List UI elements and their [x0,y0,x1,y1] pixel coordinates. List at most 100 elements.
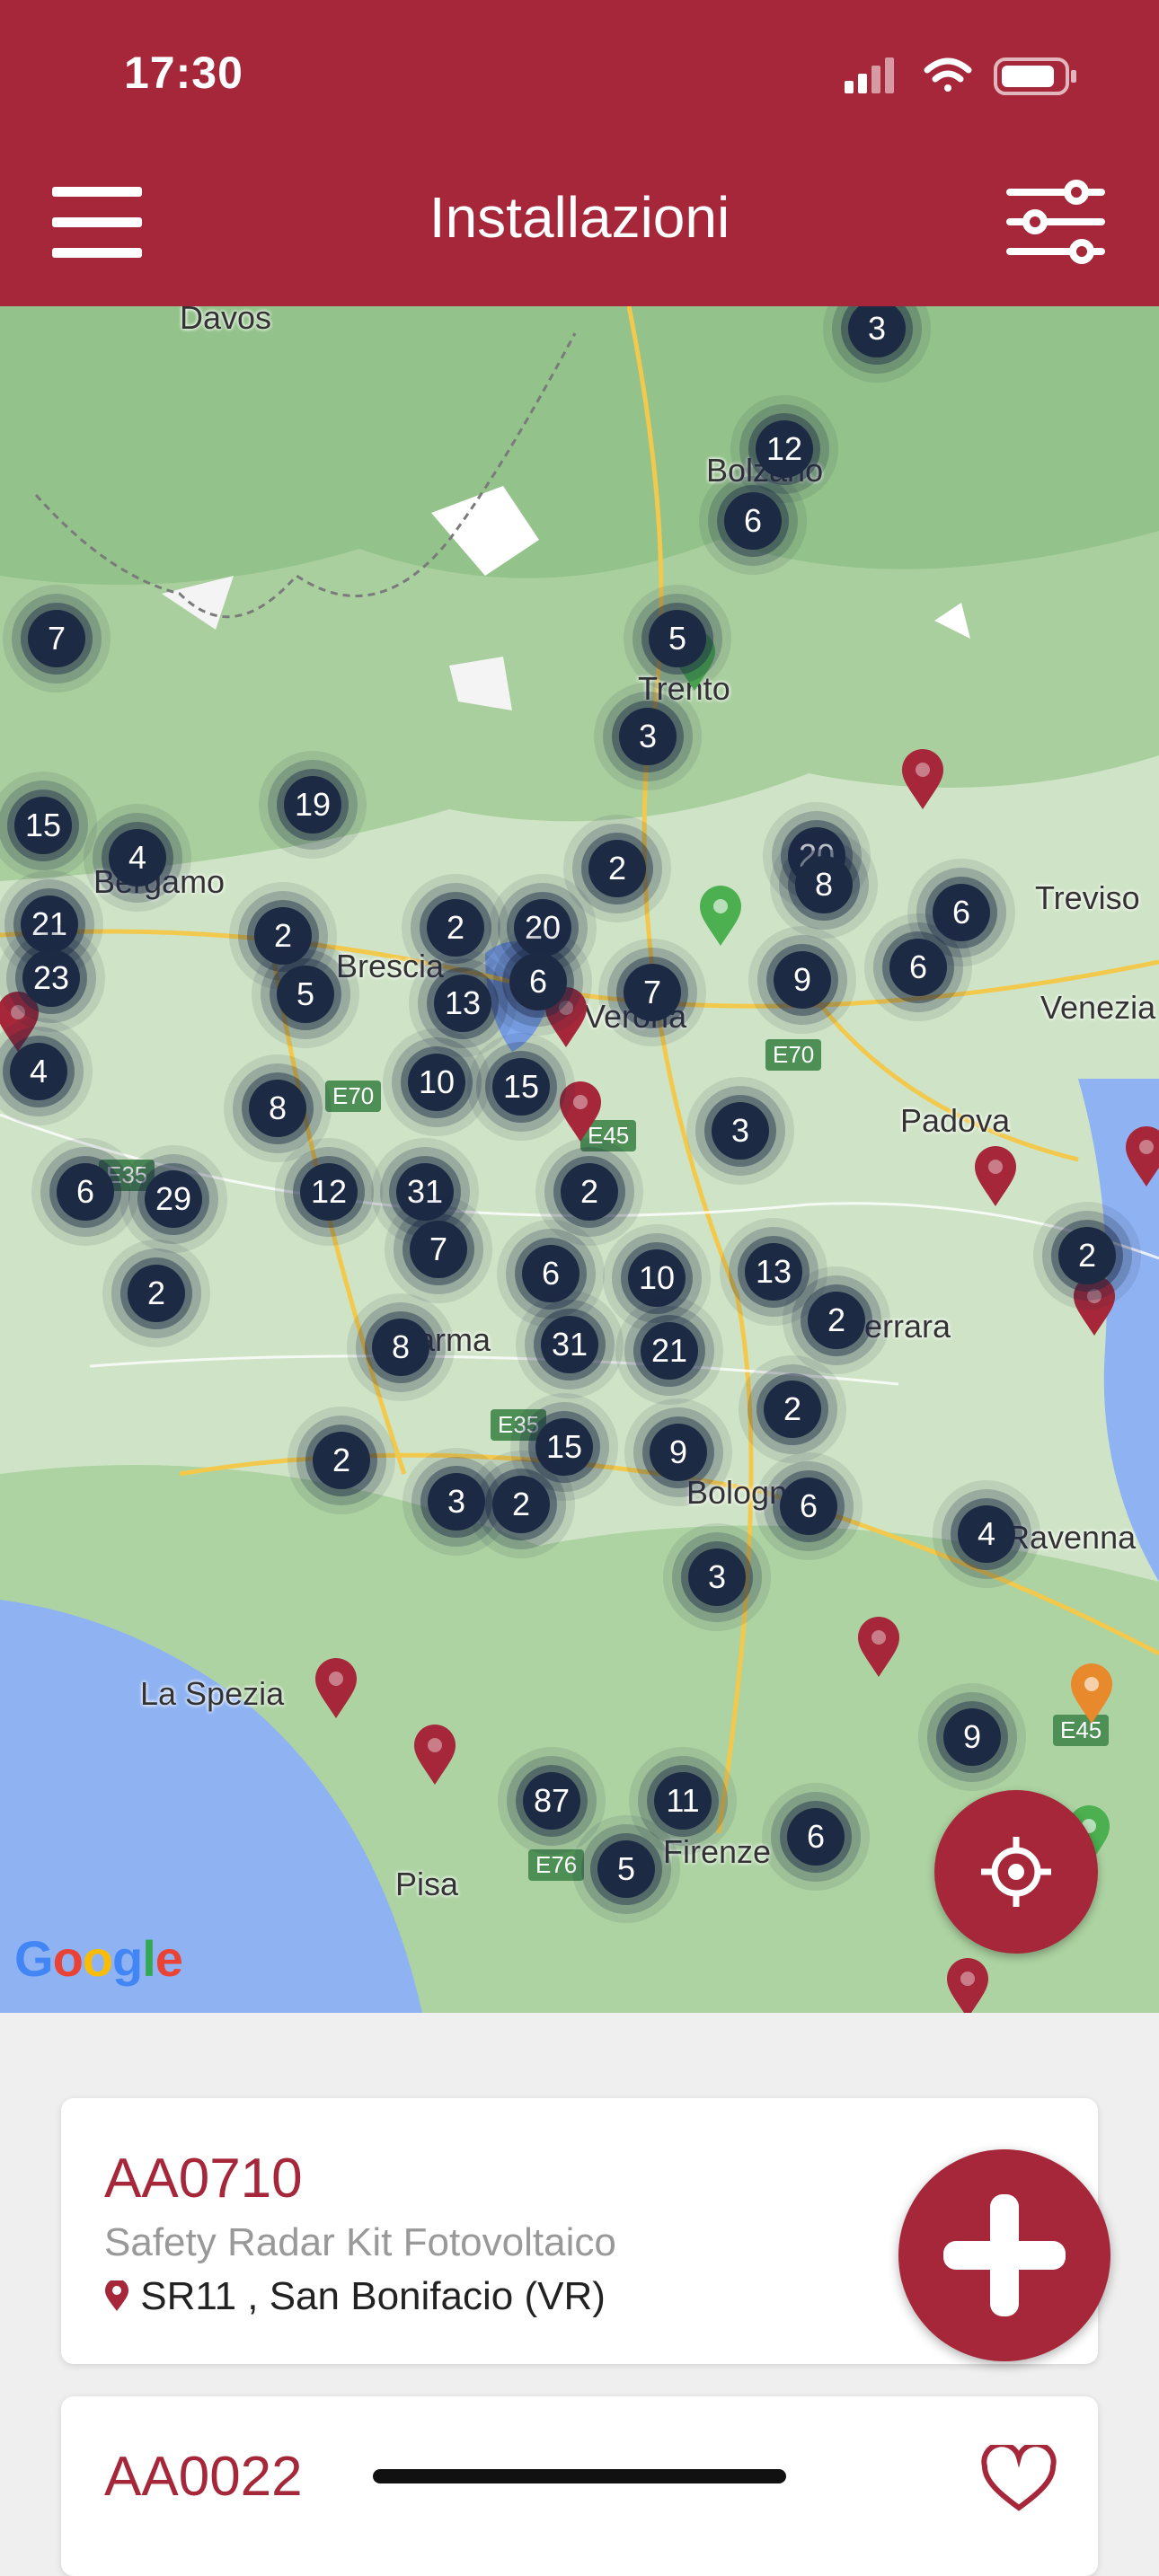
map-pin-red[interactable] [412,1724,457,1786]
map-cluster[interactable]: 6 [522,1245,580,1302]
map-cluster[interactable]: 6 [57,1163,114,1221]
map-cluster[interactable]: 21 [641,1322,698,1380]
map-cluster[interactable]: 9 [943,1708,1001,1766]
map-cluster[interactable]: 5 [277,966,334,1023]
map-pin-red[interactable] [558,1081,603,1143]
map-cluster[interactable]: 15 [492,1058,550,1116]
page-title: Installazioni [429,185,730,250]
map-cluster[interactable]: 10 [408,1054,465,1111]
place-label: La Spezia [140,1675,285,1712]
map-cluster[interactable]: 6 [780,1478,837,1535]
map-cluster[interactable]: 21 [21,895,78,953]
crosshair-icon [981,1837,1051,1907]
status-time: 17:30 [124,48,243,98]
map-cluster[interactable]: 8 [795,856,853,913]
map-cluster[interactable]: 2 [764,1381,821,1438]
google-attribution: Google [14,1930,183,1987]
place-label: Pisa [395,1866,459,1902]
map-cluster[interactable]: 13 [434,975,491,1032]
place-label: Brescia [336,948,445,984]
place-label: Treviso [1035,879,1140,916]
road-badge: E70 [325,1081,382,1112]
map-cluster[interactable]: 10 [628,1249,686,1307]
map-cluster[interactable]: 8 [372,1319,429,1376]
plus-icon [943,2194,1066,2316]
map-pin-green[interactable] [698,885,743,948]
map-cluster[interactable]: 6 [787,1808,845,1866]
map-cluster[interactable]: 7 [624,964,681,1021]
map-cluster[interactable]: 2 [313,1432,370,1489]
map-cluster[interactable]: 5 [597,1840,655,1898]
road-badge: E76 [528,1849,585,1881]
installation-description: Safety Radar Kit Fotovoltaico [104,2220,616,2264]
map-cluster[interactable]: 6 [889,939,947,996]
map-cluster[interactable]: 2 [1058,1227,1116,1284]
map-cluster[interactable]: 31 [541,1316,598,1373]
map-cluster[interactable]: 2 [588,840,646,897]
map-cluster[interactable]: 15 [535,1418,593,1476]
map-cluster[interactable]: 3 [428,1473,485,1531]
map-cluster[interactable]: 2 [561,1163,618,1221]
road-badge: E70 [765,1039,822,1071]
signal-icon [845,57,894,93]
location-pin-icon [105,2279,128,2311]
map-pin-red[interactable] [1072,1275,1117,1337]
map-cluster[interactable]: 12 [300,1163,358,1221]
place-label: Firenze [663,1833,772,1870]
map-cluster[interactable]: 2 [808,1292,865,1349]
map-pin-orange[interactable] [1069,1663,1114,1725]
battery-icon [994,57,1076,95]
map-cluster[interactable]: 6 [724,492,782,550]
map-cluster[interactable]: 12 [756,420,813,478]
map-pin-red[interactable] [900,748,945,811]
map-cluster[interactable]: 3 [712,1102,769,1160]
installation-card[interactable]: AA0022 [61,2396,1098,2576]
installation-location: SR11 , San Bonifacio (VR) [104,2274,606,2319]
map-cluster[interactable]: 87 [523,1772,580,1830]
map-cluster[interactable]: 11 [654,1772,712,1830]
map-cluster[interactable]: 3 [619,708,677,765]
map-pin-red[interactable] [314,1657,358,1720]
installation-location-text: SR11 , San Bonifacio (VR) [140,2274,606,2318]
map-cluster[interactable]: 19 [284,776,341,834]
map-cluster[interactable]: 20 [514,899,571,957]
map-view[interactable]: Davos Bolzano Trento Bergamo Brescia Ver… [0,306,1159,2013]
map-cluster[interactable]: 7 [28,610,85,667]
map-cluster[interactable]: 29 [145,1170,202,1228]
map-cluster[interactable]: 6 [933,884,990,941]
map-cluster[interactable]: 8 [249,1080,306,1137]
wifi-icon [924,57,972,92]
map-cluster[interactable]: 2 [254,907,312,965]
map-cluster[interactable]: 23 [22,949,80,1007]
map-cluster[interactable]: 6 [509,953,567,1010]
add-installation-button[interactable] [898,2149,1110,2361]
place-label: Davos [180,306,272,336]
map-pin-red[interactable] [856,1616,901,1679]
sliders-icon [1006,180,1105,264]
heart-icon[interactable] [981,2445,1057,2513]
map-cluster[interactable]: 15 [14,797,72,854]
map-cluster[interactable]: 4 [109,829,166,887]
locate-button[interactable] [934,1790,1098,1954]
map-cluster[interactable]: 9 [650,1424,707,1481]
installation-code: AA0022 [104,2446,303,2508]
filter-button[interactable] [1006,180,1105,265]
map-pin-red[interactable] [945,1957,990,2013]
map-cluster[interactable]: 7 [410,1221,467,1278]
place-label: Venezia [1040,989,1156,1026]
map-cluster[interactable]: 4 [10,1043,67,1100]
place-label: Padova [900,1102,1011,1139]
map-cluster[interactable]: 9 [774,951,831,1009]
map-cluster[interactable]: 2 [492,1476,550,1533]
map-pin-red[interactable] [1124,1125,1159,1188]
map-cluster[interactable]: 31 [396,1163,454,1221]
map-pin-red[interactable] [973,1145,1018,1208]
map-cluster[interactable]: 3 [688,1548,746,1606]
map-cluster[interactable]: 13 [745,1243,802,1301]
installation-code: AA0710 [104,2148,303,2210]
map-cluster[interactable]: 4 [958,1505,1015,1563]
place-label: Ravenna [1006,1519,1137,1556]
map-cluster[interactable]: 2 [427,899,484,957]
map-cluster[interactable]: 5 [649,610,706,667]
map-cluster[interactable]: 2 [128,1265,185,1322]
